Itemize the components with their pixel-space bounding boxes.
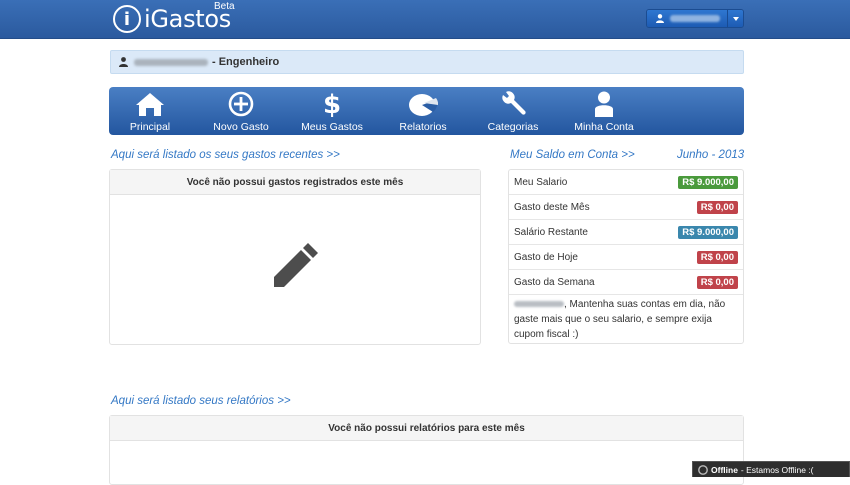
dollar-icon: $ [321,87,343,117]
nav-label: Meus Gastos [301,121,363,133]
recent-expenses-empty-message: Você não possui gastos registrados este … [110,170,480,195]
user-menu-button[interactable] [646,9,744,28]
balance-heading[interactable]: Meu Saldo em Conta >> [510,149,635,161]
reports-empty-message: Você não possui relatórios para este mês [110,416,743,441]
nav-label: Novo Gasto [213,121,269,133]
balance-row-value: R$ 9.000,00 [678,225,738,239]
user-menu-main[interactable] [647,10,728,27]
nav-label: Principal [129,121,171,133]
pie-chart-icon [408,87,438,117]
nav-item-categorias[interactable]: Categorias [483,87,543,135]
balance-row-value: R$ 0,00 [696,250,738,264]
balance-row: Gasto de Hoje R$ 0,00 [509,245,743,270]
user-name-redacted [670,15,720,22]
user-role: - Engenheiro [212,56,280,68]
balance-row-value: R$ 9.000,00 [678,175,738,189]
balance-row: Salário Restante R$ 9.000,00 [509,220,743,245]
svg-text:$: $ [323,90,341,117]
offline-chat-bar[interactable]: Offline - Estamos Offline :( [692,461,850,477]
balance-row-label: Gasto deste Mês [514,201,590,213]
offline-title: Offline [711,464,738,475]
user-icon [594,87,614,117]
balance-row: Gasto da Semana R$ 0,00 [509,270,743,295]
plus-circle-icon [228,87,254,117]
balance-row-label: Meu Salario [514,176,568,188]
nav-item-novo-gasto[interactable]: Novo Gasto [211,87,271,135]
recent-expenses-panel: Você não possui gastos registrados este … [109,169,481,345]
caret-down-icon [732,16,739,21]
nav-item-relatorios[interactable]: Relatorios [393,87,453,135]
user-info-bar: - Engenheiro [110,50,744,74]
nav-label: Categorias [487,121,539,133]
balance-row-label: Gasto de Hoje [514,251,578,263]
main-nav: Principal Novo Gasto $ Meus Gastos Relat… [109,87,744,135]
balance-month: Junho - 2013 [677,149,745,161]
nav-label: Minha Conta [574,121,634,133]
user-icon [119,57,128,67]
balance-row-label: Salário Restante [514,226,588,238]
user-menu-dropdown-toggle[interactable] [727,10,743,27]
top-header: i iGastos Beta [0,0,850,39]
info-logo-icon: i [113,5,141,33]
user-name-redacted [134,58,208,66]
nav-label: Relatorios [399,121,447,133]
pencil-icon [273,243,319,294]
user-name-redacted [514,301,564,307]
balance-row-label: Gasto da Semana [514,276,595,288]
nav-item-minha-conta[interactable]: Minha Conta [572,87,636,135]
nav-item-meus-gastos[interactable]: $ Meus Gastos [300,87,364,135]
balance-panel: Meu Salario R$ 9.000,00 Gasto deste Mês … [508,169,744,344]
balance-row: Gasto deste Mês R$ 0,00 [509,195,743,220]
nav-item-principal[interactable]: Principal [120,87,180,135]
wrench-icon [500,87,526,117]
offline-message: - Estamos Offline :( [740,464,814,475]
balance-row: Meu Salario R$ 9.000,00 [509,170,743,195]
logo-beta-label: Beta [214,1,235,12]
balance-row-value: R$ 0,00 [696,200,738,214]
user-icon [656,14,664,23]
reports-heading[interactable]: Aqui será listado seus relatórios >> [111,395,291,407]
balance-advice-note: , Mantenha suas contas em dia, não gaste… [514,297,742,342]
home-icon [135,87,165,117]
recent-expenses-heading[interactable]: Aqui será listado os seus gastos recente… [111,149,340,161]
reports-panel: Você não possui relatórios para este mês [109,415,744,485]
balance-row-value: R$ 0,00 [696,275,738,289]
chat-bubble-icon [698,464,708,475]
app-logo[interactable]: i iGastos Beta [113,1,235,35]
